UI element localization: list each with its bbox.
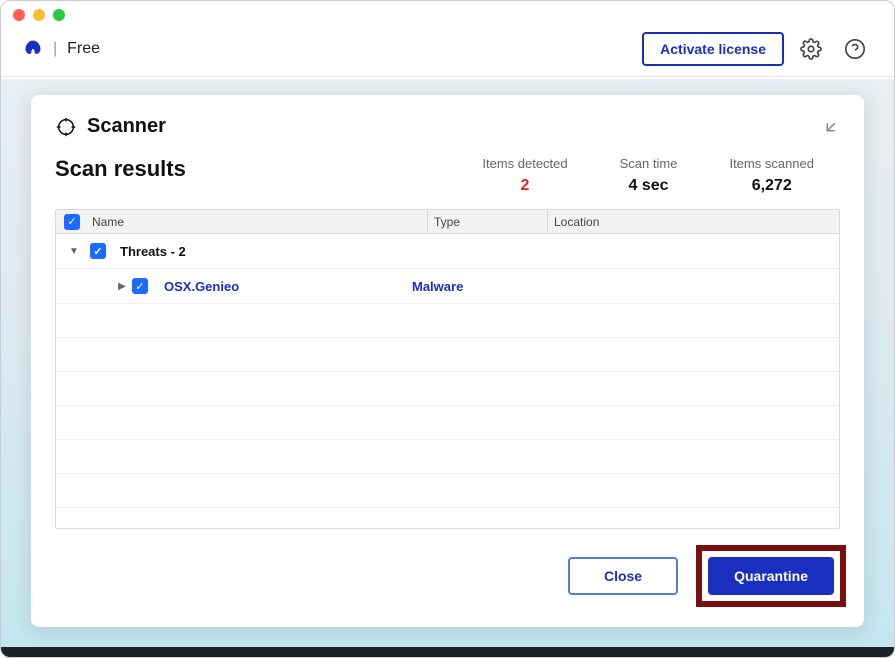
- window-close-button[interactable]: [13, 9, 25, 21]
- table-row[interactable]: ▶ OSX.Genieo Malware: [56, 269, 839, 304]
- stat-items-detected: Items detected 2: [456, 156, 593, 195]
- brand-separator: |: [53, 40, 57, 58]
- threat-type: Malware: [410, 279, 530, 294]
- table-header: Name Type Location: [56, 210, 839, 234]
- stat-value: 6,272: [729, 177, 814, 195]
- settings-button[interactable]: [794, 32, 828, 66]
- panel-title: Scanner: [87, 115, 166, 138]
- topbar: | Free Activate license: [1, 21, 894, 77]
- group-row-threats[interactable]: ▼ Threats - 2: [56, 234, 839, 269]
- col-name[interactable]: Name: [88, 210, 428, 233]
- col-location[interactable]: Location: [548, 215, 839, 229]
- brand: | Free: [23, 39, 100, 59]
- scanner-panel: Scanner Scan results Items detected 2 Sc…: [31, 95, 864, 627]
- empty-row: [56, 440, 839, 474]
- dock-shadow: [1, 647, 894, 657]
- empty-row: [56, 304, 839, 338]
- activate-license-button[interactable]: Activate license: [642, 32, 784, 66]
- collapse-icon[interactable]: [822, 118, 840, 136]
- close-button[interactable]: Close: [568, 557, 678, 595]
- table-body: ▼ Threats - 2 ▶ OSX.Genieo Malware: [56, 234, 839, 528]
- chevron-down-icon[interactable]: ▼: [64, 246, 84, 257]
- panel-footer: Close Quarantine: [55, 529, 840, 607]
- stat-label: Items detected: [482, 156, 567, 171]
- empty-row: [56, 474, 839, 508]
- titlebar: [1, 1, 894, 21]
- stat-label: Scan time: [620, 156, 678, 171]
- window-minimize-button[interactable]: [33, 9, 45, 21]
- chevron-right-icon[interactable]: ▶: [112, 281, 132, 292]
- quarantine-highlight: Quarantine: [696, 545, 846, 607]
- stat-value: 2: [482, 177, 567, 195]
- row-checkbox[interactable]: [132, 278, 148, 294]
- col-type[interactable]: Type: [428, 210, 548, 233]
- panel-header: Scanner: [55, 115, 840, 138]
- group-label: Threats - 2: [120, 244, 186, 259]
- empty-row: [56, 338, 839, 372]
- help-button[interactable]: [838, 32, 872, 66]
- threat-name: OSX.Genieo: [164, 279, 410, 294]
- results-title: Scan results: [55, 156, 456, 182]
- stat-scan-time: Scan time 4 sec: [594, 156, 704, 195]
- help-icon: [844, 38, 866, 60]
- stat-value: 4 sec: [620, 177, 678, 195]
- gear-icon: [800, 38, 822, 60]
- window-zoom-button[interactable]: [53, 9, 65, 21]
- stat-items-scanned: Items scanned 6,272: [703, 156, 840, 195]
- scanner-crosshair-icon: [55, 116, 77, 138]
- select-all-checkbox[interactable]: [64, 214, 80, 230]
- stat-label: Items scanned: [729, 156, 814, 171]
- results-summary: Scan results Items detected 2 Scan time …: [55, 156, 840, 195]
- malwarebytes-logo-icon: [23, 39, 43, 59]
- results-table: Name Type Location ▼ Threats - 2 ▶ OSX.G…: [55, 209, 840, 529]
- empty-row: [56, 406, 839, 440]
- edition-label: Free: [67, 40, 100, 58]
- group-checkbox[interactable]: [90, 243, 106, 259]
- app-window: | Free Activate license Scanner Scan res…: [0, 0, 895, 658]
- empty-row: [56, 372, 839, 406]
- quarantine-button[interactable]: Quarantine: [708, 557, 834, 595]
